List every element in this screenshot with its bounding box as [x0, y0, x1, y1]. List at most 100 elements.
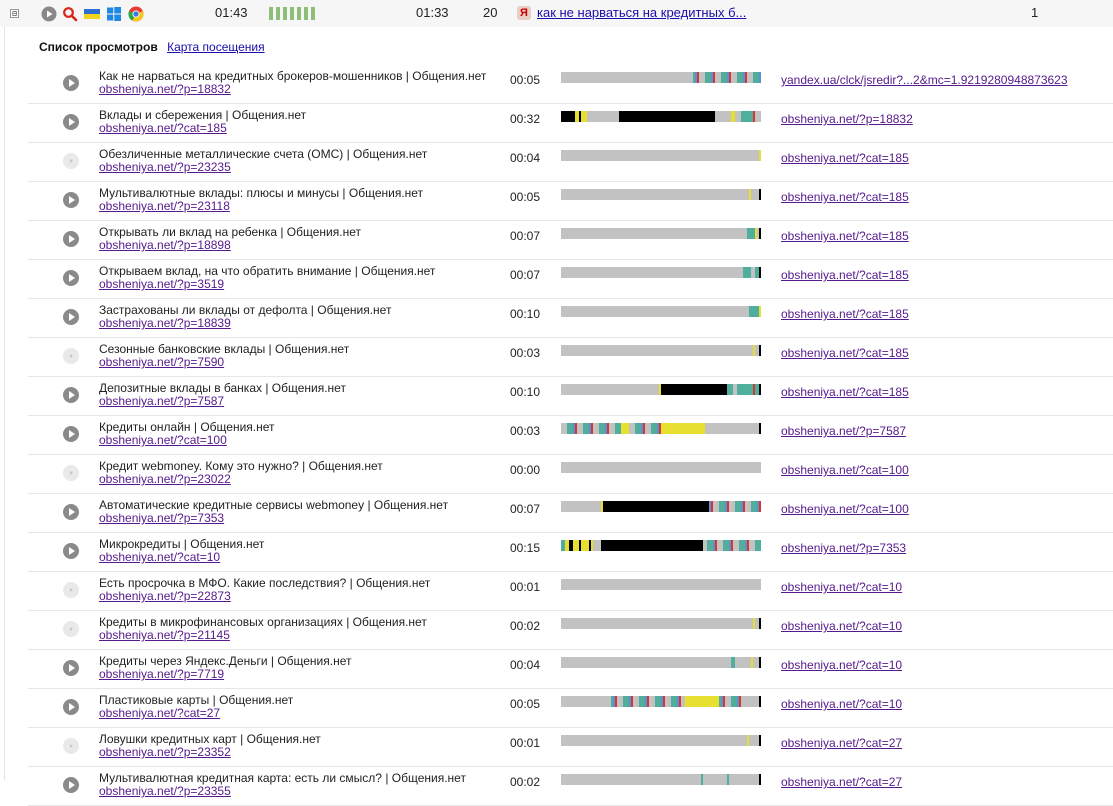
timeline-stripe: [657, 696, 659, 707]
page-url-link[interactable]: obsheniya.net/?p=23118: [99, 199, 230, 213]
referrer-link[interactable]: yandex.ua/clck/jsredir?...2&mc=1.9219280…: [781, 73, 1068, 87]
play-icon[interactable]: [63, 309, 79, 325]
play-icon[interactable]: [63, 582, 79, 598]
timeline-segment: [743, 267, 751, 278]
play-icon[interactable]: [63, 153, 79, 169]
timeline-segment: [759, 228, 761, 239]
play-icon[interactable]: [41, 6, 57, 22]
timeline-segment: [621, 423, 629, 434]
referrer-link[interactable]: obsheniya.net/?p=7587: [781, 424, 906, 438]
timeline-segment: [755, 618, 759, 629]
timeline-segment: [561, 306, 749, 317]
collapse-toggle[interactable]: ⊟: [10, 9, 19, 18]
timeline-stripe: [713, 72, 715, 83]
referrer-link[interactable]: obsheniya.net/?p=18832: [781, 112, 913, 126]
page-url-link[interactable]: obsheniya.net/?p=23022: [99, 472, 231, 486]
play-icon[interactable]: [63, 231, 79, 247]
timeline-segment: [601, 501, 603, 512]
visit-map-link[interactable]: Карта посещения: [167, 40, 265, 54]
referrer-link[interactable]: obsheniya.net/?cat=10: [781, 658, 902, 672]
timeline-stripe: [737, 501, 739, 512]
page-url-link[interactable]: obsheniya.net/?p=23235: [99, 160, 231, 174]
timeline-stripe: [577, 423, 579, 434]
page-url-link[interactable]: obsheniya.net/?p=18832: [99, 82, 231, 96]
page-url-link[interactable]: obsheniya.net/?p=23352: [99, 745, 231, 759]
timeline-segment: [561, 462, 761, 473]
timeline-segment: [759, 189, 761, 200]
play-icon[interactable]: [63, 660, 79, 676]
referrer-link[interactable]: obsheniya.net/?p=7353: [781, 541, 906, 555]
page-url-link[interactable]: obsheniya.net/?p=7590: [99, 355, 224, 369]
page-url-link[interactable]: obsheniya.net/?cat=27: [99, 706, 220, 720]
page-url-link[interactable]: obsheniya.net/?p=22873: [99, 589, 231, 603]
play-icon[interactable]: [63, 543, 79, 559]
referrer-link[interactable]: obsheniya.net/?cat=100: [781, 502, 909, 516]
page-url-link[interactable]: obsheniya.net/?p=7587: [99, 394, 224, 408]
timeline-segment: [749, 735, 759, 746]
play-icon[interactable]: [63, 504, 79, 520]
pageview-row: Открывать ли вклад на ребенка | Общения.…: [28, 221, 1113, 260]
page-url-link[interactable]: obsheniya.net/?p=3519: [99, 277, 224, 291]
play-icon[interactable]: [63, 348, 79, 364]
page-url-link[interactable]: obsheniya.net/?p=7719: [99, 667, 224, 681]
timeline-stripe: [757, 72, 759, 83]
referrer-link[interactable]: obsheniya.net/?cat=185: [781, 229, 909, 243]
search-icon: [62, 6, 78, 22]
activity-timeline: [561, 696, 761, 707]
timeline-stripe: [725, 540, 727, 551]
referrer-link[interactable]: obsheniya.net/?cat=10: [781, 580, 902, 594]
referrer-link[interactable]: obsheniya.net/?cat=27: [781, 775, 902, 789]
play-icon[interactable]: [63, 270, 79, 286]
referrer-link[interactable]: obsheniya.net/?cat=185: [781, 385, 909, 399]
referrer-link[interactable]: obsheniya.net/?cat=185: [781, 346, 909, 360]
play-icon[interactable]: [63, 426, 79, 442]
play-icon[interactable]: [63, 75, 79, 91]
page-url-link[interactable]: obsheniya.net/?p=23355: [99, 784, 231, 798]
timeline-segment: [561, 540, 565, 551]
referrer-link[interactable]: obsheniya.net/?cat=185: [781, 307, 909, 321]
referrer-link[interactable]: obsheniya.net/?cat=27: [781, 736, 902, 750]
session-row[interactable]: ⊟ 01:43 01:33 20 Я как не нарваться на к…: [0, 0, 1113, 27]
page-url-link[interactable]: obsheniya.net/?p=7353: [99, 511, 224, 525]
timeline-segment: [561, 384, 659, 395]
timeline-segment: [755, 111, 761, 122]
timeline-stripe: [721, 540, 723, 551]
play-icon[interactable]: [63, 465, 79, 481]
timeline-segment: [755, 228, 757, 239]
play-icon[interactable]: [63, 192, 79, 208]
activity-bar: [269, 7, 273, 20]
page-title: Депозитные вклады в банках | Общения.нет: [99, 381, 346, 395]
page-url-link[interactable]: obsheniya.net/?cat=10: [99, 550, 220, 564]
search-query-link[interactable]: как не нарваться на кредитных б...: [537, 5, 746, 20]
timeline-stripe: [715, 72, 717, 83]
page-count: 20: [483, 5, 498, 20]
page-url-link[interactable]: obsheniya.net/?p=18898: [99, 238, 231, 252]
page-url-link[interactable]: obsheniya.net/?p=21145: [99, 628, 230, 642]
play-icon[interactable]: [63, 699, 79, 715]
timeline-stripe: [641, 423, 643, 434]
timeline-stripe: [751, 540, 753, 551]
session-duration: 01:43: [215, 5, 248, 20]
page-url-link[interactable]: obsheniya.net/?cat=185: [99, 121, 227, 135]
referrer-link[interactable]: obsheniya.net/?cat=10: [781, 697, 902, 711]
timeline-stripe: [597, 423, 599, 434]
timeline-stripe: [647, 423, 649, 434]
dwell-time: 00:01: [510, 736, 541, 750]
play-icon[interactable]: [63, 114, 79, 130]
play-icon[interactable]: [63, 738, 79, 754]
referrer-link[interactable]: obsheniya.net/?cat=185: [781, 190, 909, 204]
referrer-link[interactable]: obsheniya.net/?cat=185: [781, 151, 909, 165]
referrer-link[interactable]: obsheniya.net/?cat=100: [781, 463, 909, 477]
page-url-link[interactable]: obsheniya.net/?cat=100: [99, 433, 227, 447]
referrer-link[interactable]: obsheniya.net/?cat=185: [781, 268, 909, 282]
play-icon[interactable]: [63, 621, 79, 637]
page-title: Открываем вклад, на что обратить внимани…: [99, 264, 436, 278]
timeline-stripe: [759, 501, 761, 512]
page-url-link[interactable]: obsheniya.net/?p=18839: [99, 316, 231, 330]
referrer-link[interactable]: obsheniya.net/?cat=10: [781, 619, 902, 633]
play-icon[interactable]: [63, 387, 79, 403]
pageview-row: Застрахованы ли вклады от дефолта | Обще…: [28, 299, 1113, 338]
page-title: Вклады и сбережения | Общения.нет: [99, 108, 307, 122]
play-icon[interactable]: [63, 777, 79, 793]
timeline-segment: [749, 189, 751, 200]
